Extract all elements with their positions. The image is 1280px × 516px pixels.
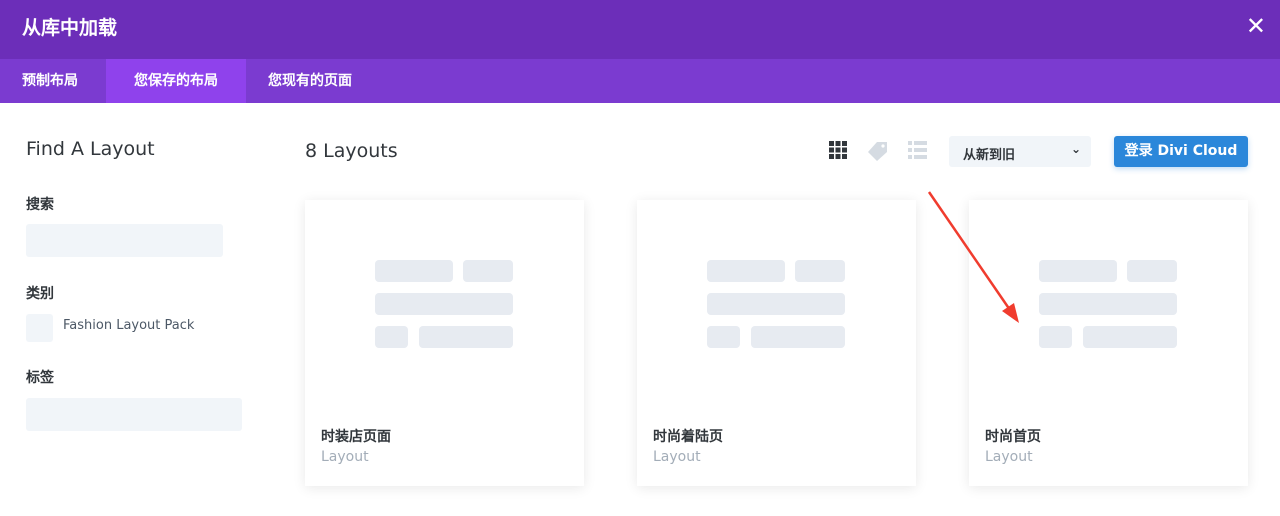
- annotation-arrow: [927, 191, 1019, 323]
